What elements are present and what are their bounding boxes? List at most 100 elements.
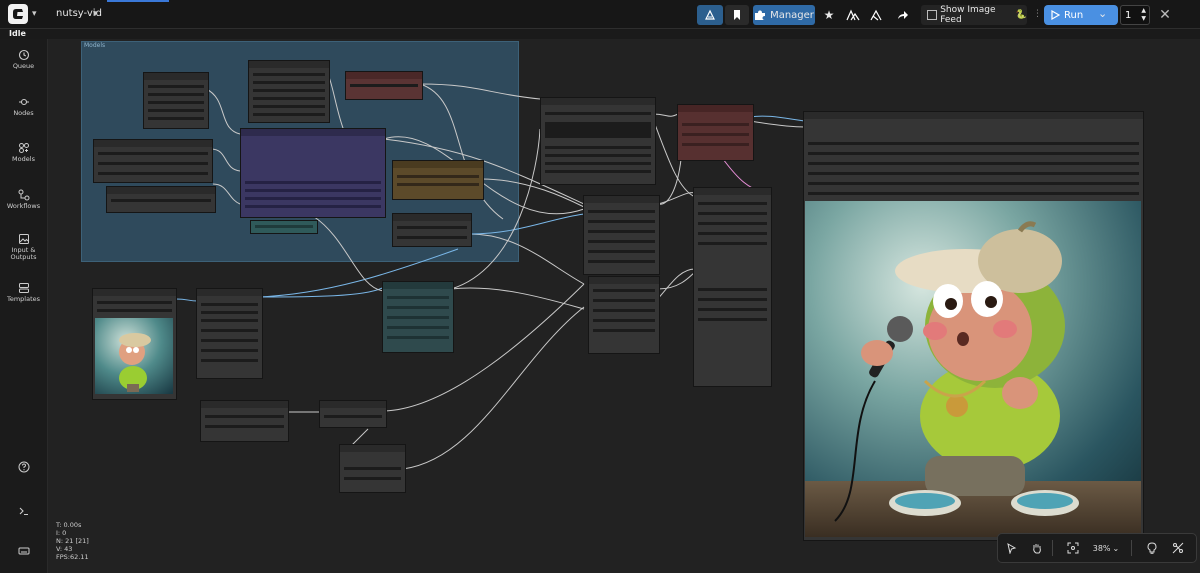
stat-fps: FPS:62.11 — [56, 553, 89, 561]
sidebar-item-models[interactable]: Models — [0, 142, 47, 163]
canvas-stats: T: 0.00s I: 0 N: 21 [21] V: 43 FPS:62.11 — [56, 521, 89, 561]
node-m[interactable] — [339, 444, 406, 493]
select-tool-button[interactable] — [1002, 539, 1020, 557]
image-feed-icon — [927, 10, 938, 20]
node-vae-decode[interactable] — [677, 104, 754, 161]
stat-nodes: N: 21 [21] — [56, 537, 89, 545]
nodes-icon — [18, 98, 29, 106]
node-f[interactable] — [392, 213, 472, 247]
stat-time: T: 0.00s — [56, 521, 82, 529]
node-e[interactable] — [250, 220, 318, 234]
mountain-alt-icon — [870, 9, 882, 21]
sidebar-item-label: Input & Outputs — [10, 246, 37, 261]
node-graph-canvas[interactable]: Models T: 0.00s I: 0 N: 21 [21] V: 43 FP… — [48, 39, 1200, 573]
image-icon — [18, 234, 29, 244]
output-image-preview — [805, 201, 1141, 537]
canvas-controls: 38% ⌄ — [997, 533, 1197, 563]
history-icon — [18, 49, 29, 61]
node-g[interactable] — [540, 97, 656, 185]
node-i[interactable] — [588, 276, 660, 354]
star-icon: ★ — [823, 8, 835, 22]
node-d[interactable] — [106, 186, 216, 213]
favorites-button[interactable]: ★ — [818, 5, 840, 25]
close-button[interactable]: ✕ — [1156, 5, 1174, 25]
manager-button[interactable]: Manager — [753, 5, 815, 25]
workflows-icon — [18, 189, 29, 201]
fit-view-button[interactable] — [1064, 539, 1082, 557]
zoom-dropdown[interactable]: 38% ⌄ — [1092, 539, 1120, 557]
node-lora[interactable] — [345, 71, 423, 100]
triangle-ruler-icon — [705, 9, 715, 20]
node-j[interactable] — [196, 288, 263, 379]
sidebar-item-label: Models — [12, 155, 35, 163]
top-bar: ▾ nutsy-vid ▾ Manager ★ Show Image Feed … — [0, 0, 1200, 29]
toolbar-divider — [1131, 540, 1132, 556]
bookmark-icon — [734, 10, 740, 20]
manager-label: Manager — [770, 9, 814, 21]
sidebar-item-label: Queue — [12, 62, 35, 70]
sidebar-item-input-outputs[interactable]: Input & Outputs — [0, 233, 47, 261]
models-icon — [18, 143, 29, 153]
logo-menu-chevron-icon[interactable]: ▾ — [32, 9, 37, 19]
stepper-arrows-icon[interactable]: ▲ ▼ — [1141, 7, 1146, 23]
bookmark-button[interactable] — [725, 5, 749, 25]
keyboard-button[interactable] — [0, 545, 47, 559]
node-c[interactable] — [93, 139, 213, 183]
sidebar-item-nodes[interactable]: Nodes — [0, 96, 47, 117]
chevron-down-icon: ⌄ — [1112, 543, 1120, 553]
comfy-logo[interactable] — [8, 4, 28, 24]
pan-tool-button[interactable] — [1028, 539, 1046, 557]
node-controlnet[interactable] — [382, 281, 454, 353]
link-off-icon — [1172, 542, 1184, 554]
node-checkpoint[interactable] — [392, 160, 484, 200]
sidebar-item-label: Templates — [6, 295, 41, 303]
lightbulb-icon — [1147, 542, 1157, 554]
workflow-menu-chevron-icon[interactable]: ▾ — [93, 9, 98, 19]
queue-count-stepper[interactable]: 1 ▲ ▼ — [1120, 5, 1150, 25]
node-h[interactable] — [583, 195, 660, 275]
run-options-chevron-icon[interactable]: ⌄ — [1098, 7, 1107, 20]
status-bar — [0, 29, 1200, 39]
help-icon — [18, 461, 29, 473]
close-icon: ✕ — [1159, 7, 1171, 23]
templates-icon — [18, 283, 29, 293]
run-button[interactable]: Run ⌄ — [1044, 5, 1118, 25]
node-ksampler[interactable] — [693, 187, 772, 387]
keyboard-icon — [18, 547, 29, 555]
terminal-button[interactable] — [0, 505, 47, 519]
help-button[interactable] — [0, 461, 47, 475]
node-info-button[interactable] — [1143, 539, 1161, 557]
toggle-links-button[interactable] — [1169, 539, 1187, 557]
share-arrow-icon — [898, 11, 908, 19]
sidebar-item-templates[interactable]: Templates — [0, 282, 47, 303]
show-image-feed-button[interactable]: Show Image Feed 🐍 — [921, 5, 1027, 25]
mountain-icon — [846, 9, 860, 21]
focus-icon — [1067, 542, 1079, 554]
node-b[interactable] — [248, 60, 330, 123]
play-icon — [1051, 10, 1060, 20]
node-model-loader[interactable] — [240, 128, 386, 218]
sidebar-item-queue[interactable]: Queue — [0, 49, 47, 70]
snake-icon: 🐍 — [1015, 10, 1027, 20]
hand-icon — [1033, 544, 1041, 554]
show-image-feed-label: Show Image Feed — [940, 5, 996, 25]
sidebar-item-workflows[interactable]: Workflows — [0, 189, 47, 210]
sidebar-item-label: Workflows — [6, 202, 41, 210]
stat-i: I: 0 — [56, 529, 67, 537]
sidebar: Queue Nodes Models Workflows Input & Out… — [0, 39, 48, 573]
node-l[interactable] — [319, 400, 387, 428]
model-button-a[interactable] — [843, 5, 863, 25]
workflow-sync-button[interactable] — [697, 5, 723, 25]
share-button[interactable] — [893, 5, 913, 25]
toolbar-divider — [1052, 540, 1053, 556]
model-button-b[interactable] — [867, 5, 887, 25]
zoom-value: 38% — [1092, 543, 1111, 553]
run-label: Run — [1064, 9, 1084, 21]
node-a[interactable] — [143, 72, 209, 129]
input-image-thumbnail — [95, 318, 173, 394]
status-text: Idle — [9, 29, 26, 38]
active-tab-indicator — [107, 0, 169, 2]
sidebar-item-label: Nodes — [13, 109, 34, 117]
queue-count-value[interactable]: 1 — [1125, 10, 1131, 21]
node-k[interactable] — [200, 400, 289, 442]
